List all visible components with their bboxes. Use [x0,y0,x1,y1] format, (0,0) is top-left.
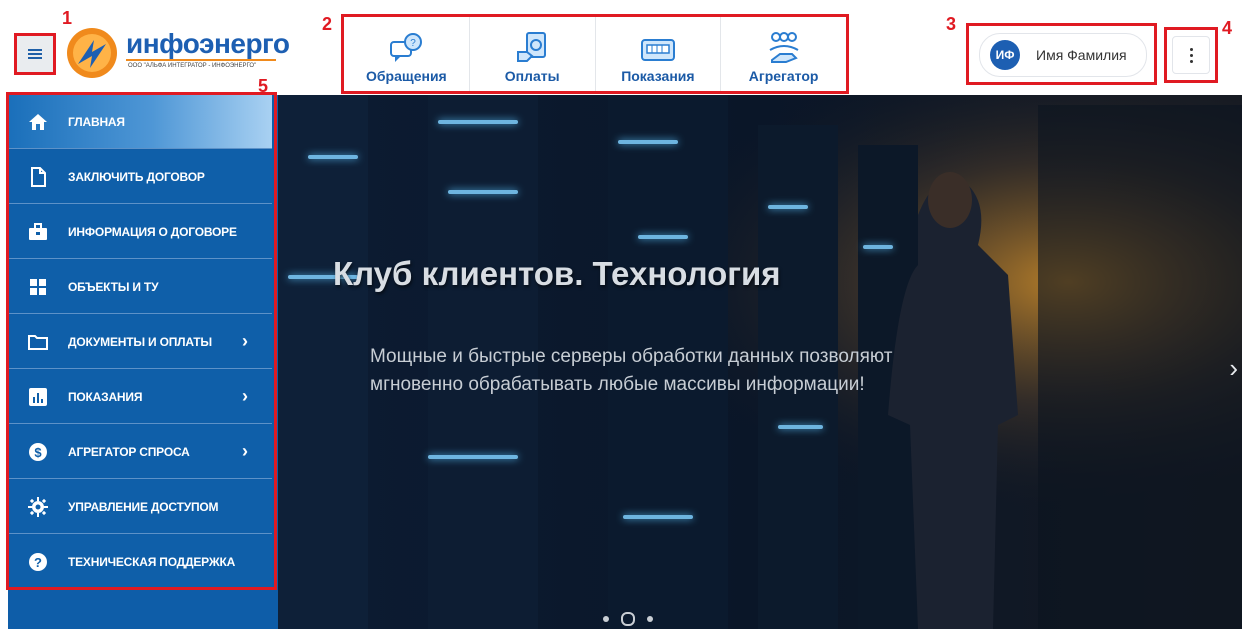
sidebar-item-label: ДОКУМЕНТЫ И ОПЛАТЫ [68,334,212,349]
nav-item-requests[interactable]: ? Обращения [344,17,470,91]
grid-icon [30,278,46,295]
nav-item-payments[interactable]: Оплаты [470,17,596,91]
rack-light [623,515,693,519]
rack-light [778,425,823,429]
user-profile-button[interactable]: ИФ Имя Фамилия [979,33,1147,77]
logo[interactable]: инфоэнерго ООО "АЛЬФА ИНТЕГРАТОР - ИНФОЭ… [64,26,290,80]
annotation-number: 2 [322,14,333,34]
sidebar-item-contract-info[interactable]: ИНФОРМАЦИЯ О ДОГОВОРЕ [8,205,272,259]
sidebar-item-readings[interactable]: ПОКАЗАНИЯ › [8,370,272,424]
svg-text:?: ? [411,38,417,49]
sidebar-item-objects[interactable]: ОБЪЕКТЫ И ТУ [8,260,272,314]
more-options-button[interactable] [1172,36,1210,74]
nav-item-aggregator[interactable]: Агрегатор [721,17,846,91]
help-icon: ? [29,552,47,571]
header: 1 инфоэнерго ООО "АЛЬФА ИНТЕГРАТОР - ИНФ… [0,0,1242,96]
sidebar-item-documents[interactable]: ДОКУМЕНТЫ И ОПЛАТЫ › [8,315,272,369]
meter-icon [640,39,675,61]
rack-light [768,205,808,209]
sidebar-item-label: УПРАВЛЕНИЕ ДОСТУПОМ [68,499,219,514]
rack-light [438,120,518,124]
carousel-dot-active[interactable] [621,612,635,626]
carousel-next-button[interactable]: › [1229,353,1238,384]
nav-item-readings[interactable]: Показания [596,17,722,91]
folder-icon [28,334,48,350]
sidebar-item-access[interactable]: УПРАВЛЕНИЕ ДОСТУПОМ [8,480,272,534]
hero-title: Клуб клиентов. Технология [333,255,781,292]
chevron-right-icon: › [242,441,248,461]
user-area: ИФ Имя Фамилия [966,23,1157,85]
carousel-indicators [603,612,653,626]
logo-underline [126,59,276,61]
annotation-number: 4 [1222,18,1233,38]
chevron-right-icon: › [242,386,248,406]
rack-light [308,155,358,159]
sidebar-item-label: ГЛАВНАЯ [68,114,125,129]
briefcase-icon [29,222,47,240]
sidebar-item-label: ИНФОРМАЦИЯ О ДОГОВОРЕ [68,224,237,239]
hamburger-menu-button[interactable] [14,33,56,75]
rack-light [638,235,688,239]
bar-chart-icon [29,387,47,406]
chevron-right-icon: › [242,331,248,351]
logo-emblem-icon [67,28,117,78]
hamburger-icon [28,49,42,59]
sidebar-item-label: АГРЕГАТОР СПРОСА [68,444,190,459]
avatar: ИФ [990,40,1020,70]
user-name: Имя Фамилия [1036,47,1127,63]
rack-light [428,455,518,459]
sidebar-item-label: ОБЪЕКТЫ И ТУ [68,279,159,294]
annotation-number: 3 [946,14,957,34]
annotation-number: 5 [258,76,269,96]
hero-text: Мощные и быстрые серверы обработки данны… [370,346,893,395]
payment-icon [517,32,547,62]
sidebar-item-label: ЗАКЛЮЧИТЬ ДОГОВОР [68,169,205,184]
rack-light [863,245,893,249]
hero-carousel: Клуб клиентов. Технология Мощные и быстр… [278,95,1242,629]
more-vertical-icon [1189,47,1193,51]
nav-item-label: Агрегатор [748,68,819,84]
chat-question-icon: ? [390,33,423,62]
carousel-dot[interactable] [647,616,653,622]
sidebar: ГЛАВНАЯ ЗАКЛЮЧИТЬ ДОГОВОР ИНФОРМАЦИЯ О Д… [8,95,278,629]
dollar-icon: $ [29,442,47,461]
nav-item-label: Обращения [366,68,447,84]
sidebar-item-demand-aggregator[interactable]: $ АГРЕГАТОР СПРОСА › [8,425,272,479]
logo-subtitle: ООО "АЛЬФА ИНТЕГРАТОР - ИНФОЭНЕРГО" [128,63,257,69]
carousel-dot[interactable] [603,616,609,622]
gear-icon [28,496,48,517]
rack-light [448,190,518,194]
more-area [1164,27,1218,83]
sidebar-item-home[interactable]: ГЛАВНАЯ [8,95,272,149]
nav-item-label: Показания [621,68,695,84]
home-icon [29,113,47,130]
sidebar-item-label: ПОКАЗАНИЯ [68,389,143,404]
nav-item-label: Оплаты [504,68,560,84]
svg-text:$: $ [34,445,42,460]
group-hand-icon [769,32,799,63]
sidebar-item-contract[interactable]: ЗАКЛЮЧИТЬ ДОГОВОР [8,150,272,204]
top-navigation: ? Обращения Оплаты Показания Агрегатор [341,14,849,94]
svg-text:?: ? [34,555,42,570]
logo-brand: инфоэнерго [126,28,290,59]
sidebar-item-label: ТЕХНИЧЕСКАЯ ПОДДЕРЖКА [68,554,236,569]
rack-light [618,140,678,144]
document-icon [31,166,46,187]
sidebar-item-support[interactable]: ? ТЕХНИЧЕСКАЯ ПОДДЕРЖКА [8,535,272,589]
